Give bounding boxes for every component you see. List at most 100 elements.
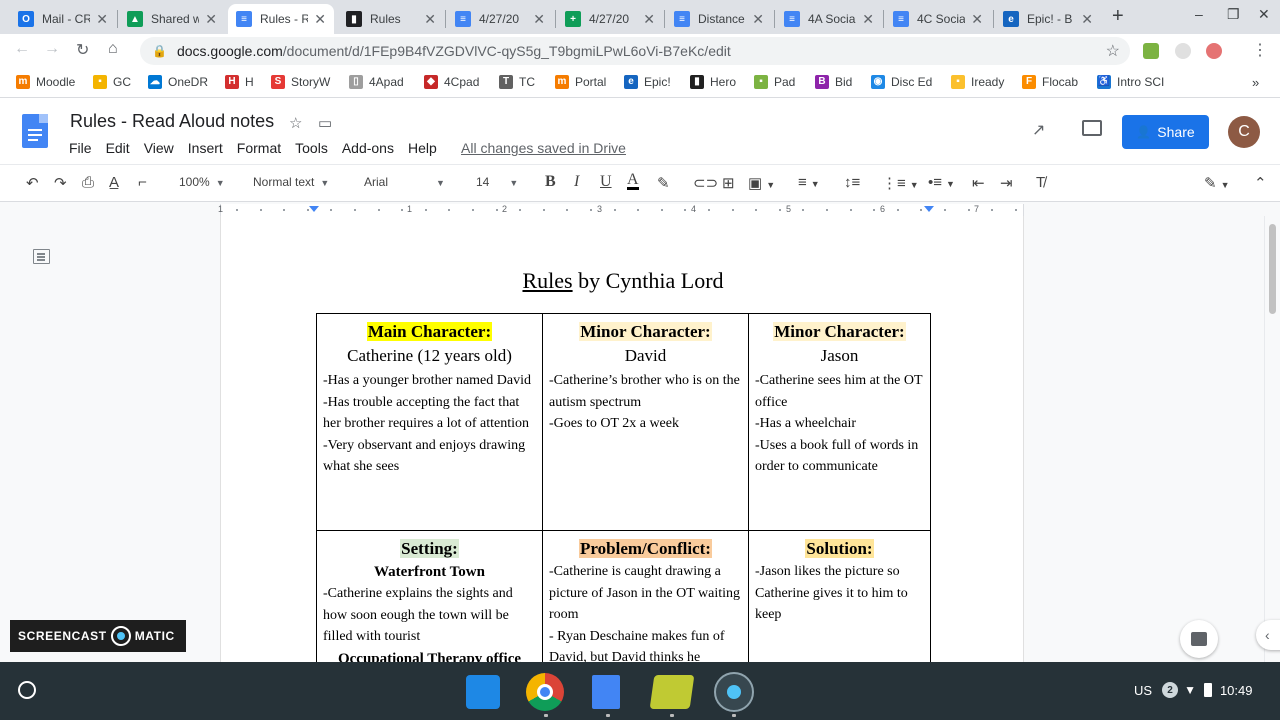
launcher-icon[interactable] xyxy=(18,681,36,699)
back-icon[interactable]: ← xyxy=(14,40,30,58)
bookmark-item[interactable]: e Epic! xyxy=(624,75,671,89)
bookmark-item[interactable]: ▮ Hero xyxy=(690,75,736,89)
close-tab-icon[interactable]: ✕ xyxy=(862,11,874,28)
bookmark-item[interactable]: ▪ Pad xyxy=(754,75,795,89)
menu-format[interactable]: Format xyxy=(237,140,281,156)
browser-tab[interactable]: ≡ 4A Socia ✕ xyxy=(776,4,882,34)
text-color-icon[interactable]: A xyxy=(627,172,639,190)
close-tab-icon[interactable]: ✕ xyxy=(424,11,436,28)
close-tab-icon[interactable]: ✕ xyxy=(1081,11,1093,28)
decrease-indent-icon[interactable]: ⇤ xyxy=(972,174,985,192)
menu-insert[interactable]: Insert xyxy=(188,140,223,156)
cell-main-character[interactable]: Main Character: Catherine (12 years old)… xyxy=(316,313,543,531)
browser-tab[interactable]: ▲ Shared w ✕ xyxy=(119,4,225,34)
cell-setting[interactable]: Setting: Waterfront Town -Catherine expl… xyxy=(316,530,543,662)
editing-mode-icon[interactable]: ✎ ▼ xyxy=(1204,174,1230,192)
redo-icon[interactable]: ↷ xyxy=(54,174,67,192)
save-status[interactable]: All changes saved in Drive xyxy=(461,140,626,156)
browser-tab[interactable]: O Mail - CR ✕ xyxy=(10,4,116,34)
print-icon[interactable]: ⎙ xyxy=(82,174,94,191)
forward-icon[interactable]: → xyxy=(44,40,60,58)
extension-icon[interactable] xyxy=(1175,43,1191,59)
bookmark-item[interactable]: F Flocab xyxy=(1022,75,1078,89)
document-title[interactable]: Rules - Read Aloud notes xyxy=(70,111,274,132)
paint-format-icon[interactable]: ⌐ xyxy=(138,174,147,191)
cell-minor-character-david[interactable]: Minor Character: David -Catherine’s brot… xyxy=(542,313,749,531)
menu-help[interactable]: Help xyxy=(408,140,437,156)
move-folder-icon[interactable]: ▭ xyxy=(318,114,332,132)
menu-tools[interactable]: Tools xyxy=(295,140,328,156)
cell-problem-conflict[interactable]: Problem/Conflict: -Catherine is caught d… xyxy=(542,530,749,662)
align-icon[interactable]: ≡ ▼ xyxy=(798,174,820,191)
files-app-icon[interactable] xyxy=(466,675,500,709)
new-tab-icon[interactable]: + xyxy=(1112,5,1124,28)
explore-button[interactable] xyxy=(1180,620,1218,658)
docs-app-icon[interactable] xyxy=(592,675,620,709)
browser-tab[interactable]: ≡ Distance ✕ xyxy=(666,4,772,34)
menu-edit[interactable]: Edit xyxy=(106,140,130,156)
home-icon[interactable]: ⌂ xyxy=(108,40,118,58)
style-select[interactable]: Normal text ▼ xyxy=(253,175,329,189)
star-icon[interactable]: ☆ xyxy=(289,114,302,132)
bookmark-star-icon[interactable]: ☆ xyxy=(1106,41,1120,61)
collapse-icon[interactable]: ⌃ xyxy=(1254,174,1267,192)
browser-tab[interactable]: +4/27/20 ✕ xyxy=(557,4,663,34)
browser-tab[interactable]: ▮ Rules ✕ xyxy=(338,4,444,34)
clear-formatting-icon[interactable]: T̸ xyxy=(1036,174,1045,191)
comment-icon[interactable] xyxy=(1082,120,1102,136)
bookmarks-overflow-icon[interactable]: » xyxy=(1252,75,1259,90)
screencast-app-icon[interactable] xyxy=(649,675,695,709)
bulleted-list-icon[interactable]: •≡ ▼ xyxy=(928,174,955,191)
browser-tab[interactable]: ≡ 4/27/20 ✕ xyxy=(447,4,553,34)
font-size-select[interactable]: 14 ▼ xyxy=(476,175,518,189)
bookmark-item[interactable]: B Bid xyxy=(815,75,852,89)
zoom-select[interactable]: 100% ▼ xyxy=(179,175,225,189)
browser-tab[interactable]: e Epic! - B ✕ xyxy=(995,4,1101,34)
docs-logo-icon[interactable] xyxy=(22,114,48,148)
close-tab-icon[interactable]: ✕ xyxy=(533,11,545,28)
increase-indent-icon[interactable]: ⇥ xyxy=(1000,174,1013,192)
extension-icon[interactable] xyxy=(1143,43,1159,59)
close-tab-icon[interactable]: ✕ xyxy=(971,11,983,28)
url-field[interactable]: 🔒 docs.google.com/document/d/1FEp9B4fVZG… xyxy=(140,37,1130,65)
ruler-track[interactable]: 1 1 2 3 4 5 6 7 xyxy=(218,204,1024,216)
spellcheck-icon[interactable]: A̲ xyxy=(109,174,119,191)
outline-icon[interactable] xyxy=(33,249,50,264)
underline-icon[interactable]: U xyxy=(600,173,612,191)
bookmark-item[interactable]: HH xyxy=(225,75,254,89)
close-tab-icon[interactable]: ✕ xyxy=(96,11,108,28)
activity-icon[interactable]: ↗ xyxy=(1032,120,1045,140)
bookmark-item[interactable]: m Portal xyxy=(555,75,606,89)
cell-solution[interactable]: Solution: -Jason likes the picture so Ca… xyxy=(748,530,931,662)
italic-icon[interactable]: I xyxy=(574,173,579,191)
scrollbar-thumb[interactable] xyxy=(1269,224,1276,314)
close-tab-icon[interactable]: ✕ xyxy=(205,11,217,28)
line-spacing-icon[interactable]: ↕≡ xyxy=(844,174,860,191)
menu-view[interactable]: View xyxy=(144,140,174,156)
undo-icon[interactable]: ↶ xyxy=(26,174,39,192)
insert-comment-icon[interactable]: ⊞ xyxy=(722,174,735,192)
chrome-app-icon[interactable] xyxy=(526,673,564,711)
bookmark-item[interactable]: S StoryW xyxy=(271,75,330,89)
screencast-recorder-icon[interactable] xyxy=(714,672,754,712)
share-button[interactable]: 👤 Share xyxy=(1122,115,1209,149)
side-panel-toggle-icon[interactable]: ‹ xyxy=(1256,620,1280,650)
reload-icon[interactable]: ↻ xyxy=(76,40,89,60)
vertical-scrollbar[interactable] xyxy=(1264,216,1280,662)
minimize-icon[interactable]: – xyxy=(1195,6,1203,22)
close-tab-icon[interactable]: ✕ xyxy=(314,11,326,28)
maximize-icon[interactable]: ❐ xyxy=(1227,6,1240,23)
bookmark-item[interactable]: ▪ GC xyxy=(93,75,131,89)
extension-icon[interactable] xyxy=(1206,43,1222,59)
insert-image-icon[interactable]: ▣ ▼ xyxy=(748,174,775,192)
system-tray[interactable]: US 2 ▼ 10:49 xyxy=(1134,682,1253,698)
bookmark-item[interactable]: ◉ Disc Ed xyxy=(871,75,932,89)
numbered-list-icon[interactable]: ⋮≡ ▼ xyxy=(882,174,919,192)
bookmark-item[interactable]: ♿ Intro SCI xyxy=(1097,75,1164,89)
font-select[interactable]: Arial ▼ xyxy=(364,175,445,189)
bookmark-item[interactable]: T TC xyxy=(499,75,535,89)
browser-tab[interactable]: ≡ 4C Socia ✕ xyxy=(885,4,991,34)
bookmark-item[interactable]: ☁ OneDR xyxy=(148,75,208,89)
highlight-icon[interactable]: ✎ xyxy=(657,174,670,192)
cell-minor-character-jason[interactable]: Minor Character: Jason -Catherine sees h… xyxy=(748,313,931,531)
